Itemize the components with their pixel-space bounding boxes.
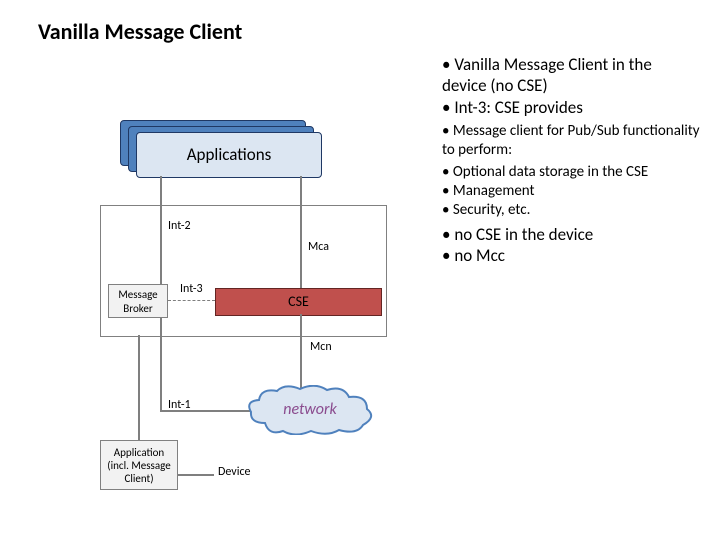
bullet-2a2: Management <box>442 182 700 201</box>
connector-appbox-devlabel <box>178 474 214 476</box>
connector-int2-inner <box>160 205 162 284</box>
connector-int3 <box>168 300 215 301</box>
applications-box: Applications <box>120 120 320 174</box>
broker-line1: Message <box>118 288 157 301</box>
bullet-3: no CSE in the device <box>442 224 700 245</box>
label-int3: Int-3 <box>180 282 203 296</box>
appbox-line3: Client) <box>124 472 153 485</box>
connector-appbox-device <box>138 335 140 440</box>
description-panel: Vanilla Message Client in the device (no… <box>420 50 700 270</box>
cse-box: CSE <box>215 288 382 316</box>
bullet-2a1: Optional data storage in the CSE <box>442 163 700 182</box>
bullet-2: Int-3: CSE provides <box>442 97 700 118</box>
label-mcn: Mcn <box>310 340 332 354</box>
connector-int1-v <box>160 318 162 410</box>
appbox-line1: Application <box>114 446 164 459</box>
network-cloud: network <box>245 385 375 435</box>
network-label: network <box>283 400 337 419</box>
message-broker-box: Message Broker <box>108 284 168 318</box>
applications-layer-front: Applications <box>136 132 322 178</box>
label-int1: Int-1 <box>168 398 191 412</box>
connector-mcn <box>300 314 302 390</box>
bullet-4: no Mcc <box>442 245 700 266</box>
bullet-1: Vanilla Message Client in the device (no… <box>442 54 700 97</box>
broker-line2: Broker <box>123 302 152 315</box>
connector-int2 <box>160 176 162 205</box>
device-label: Device <box>218 465 251 479</box>
bullet-2a3: Security, etc. <box>442 201 700 220</box>
page-title: Vanilla Message Client <box>38 18 242 45</box>
bullet-2a: Message client for Pub/Sub functionality… <box>442 122 700 160</box>
appbox-line2: (incl. Message <box>107 459 170 472</box>
application-message-client-box: Application (incl. Message Client) <box>100 440 178 490</box>
